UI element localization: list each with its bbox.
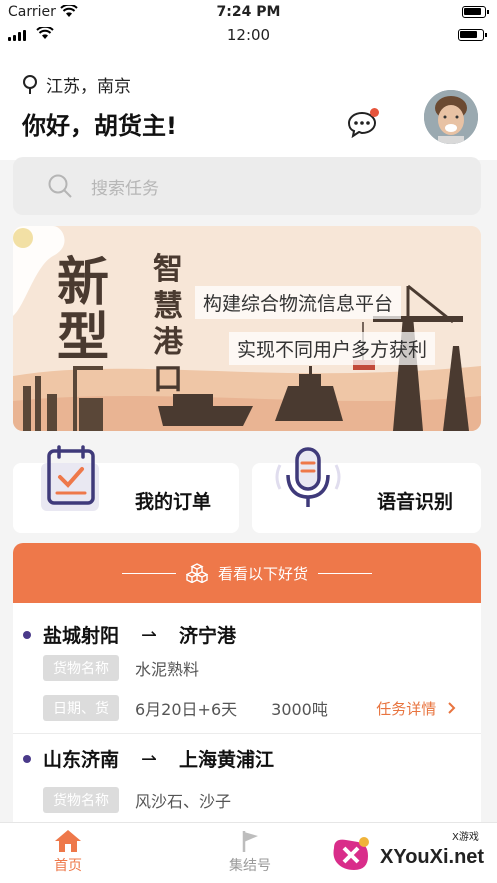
goods-value: 风沙石、沙子 — [135, 792, 232, 811]
route-dot — [23, 630, 31, 639]
route-from: 山东济南 — [43, 749, 120, 771]
goods-tag: 货物名称 — [43, 787, 119, 813]
my-orders-label: 我的订单 — [134, 491, 211, 513]
banner-headline: 新 型 — [57, 252, 110, 368]
battery-icon — [462, 6, 489, 18]
header-rule — [121, 572, 176, 574]
route-to: 济宁港 — [178, 625, 236, 647]
location-pin-icon — [23, 74, 37, 94]
greeting-title: 你好，胡货主! — [22, 112, 177, 140]
list-item[interactable]: 山东济南 ⇀ 上海黄浦江 货物名称 风沙石、沙子 — [13, 735, 481, 833]
route-from: 盐城射阳 — [43, 625, 120, 647]
location[interactable]: 江苏，南京 — [22, 72, 131, 97]
voice-recognition-card[interactable]: 语音识别 — [252, 447, 481, 533]
home-icon — [55, 830, 81, 852]
microphone-icon — [275, 447, 341, 507]
flag-icon — [242, 831, 258, 852]
status-bar: Carrier 7:24 PM 12:00 — [0, 0, 497, 50]
route: 山东济南 ⇀ 上海黄浦江 — [23, 745, 274, 772]
tab-home[interactable]: 首页 — [18, 823, 118, 875]
task-detail-label: 任务详情 — [376, 700, 437, 718]
boxes-icon — [185, 563, 208, 583]
location-label: 江苏，南京 — [46, 77, 131, 97]
status-time: 7:24 PM — [216, 4, 281, 20]
my-orders-card[interactable]: 我的订单 — [13, 445, 239, 533]
search-icon — [48, 174, 72, 198]
date-tag: 日期、货 — [43, 695, 119, 721]
weight-value: 3000吨 — [271, 700, 328, 719]
route-to: 上海黄浦江 — [178, 749, 274, 771]
list-header-title: 看看以下好货 — [217, 564, 308, 583]
goods-field: 货物名称 水泥熟料 — [43, 655, 199, 681]
date-value: 6月20日+6天 — [135, 700, 238, 719]
avatar-image — [424, 90, 478, 144]
goods-tag: 货物名称 — [43, 655, 119, 681]
banner-char-2: 型 — [57, 306, 110, 368]
banner-char-1: 新 — [57, 252, 110, 313]
goods-field: 货物名称 风沙石、沙子 — [43, 787, 231, 813]
route-dot — [23, 754, 31, 763]
banner-line-1: 构建综合物流信息平台 — [195, 286, 402, 319]
date-field: 日期、货 6月20日+6天 3000吨 — [43, 695, 328, 721]
watermark-small-text: X游戏 — [452, 832, 479, 843]
battery-icon — [458, 29, 487, 41]
clipboard-check-icon — [41, 445, 99, 511]
banner-vertical-text: 智慧港口 — [153, 252, 183, 397]
banner-line-2: 实现不同用户多方获利 — [229, 332, 436, 365]
list-item[interactable]: 盐城射阳 ⇀ 济宁港 货物名称 水泥熟料 日期、货 6月20日+6天 3000吨… — [13, 603, 481, 733]
goods-list: 看看以下好货 盐城射阳 ⇀ 济宁港 货物名称 水泥熟料 日期、货 6月20日+6… — [13, 543, 481, 833]
divider — [13, 733, 481, 734]
goods-value: 水泥熟料 — [135, 660, 200, 679]
promo-banner[interactable]: 新 型 智慧港口 构建综合物流信息平台 实现不同用户多方获利 — [13, 226, 481, 431]
search-bar[interactable]: 搜索任务 — [13, 157, 481, 215]
voice-recognition-label: 语音识别 — [376, 491, 453, 513]
chevron-right-icon — [448, 702, 456, 714]
route: 盐城射阳 ⇀ 济宁港 — [23, 621, 236, 648]
route-arrow-icon: ⇀ — [141, 747, 157, 770]
avatar[interactable] — [424, 90, 478, 144]
notification-dot — [370, 108, 379, 117]
tab-assembly-label: 集结号 — [229, 858, 271, 874]
watermark-brand: XYouXi.net — [380, 846, 485, 868]
search-input[interactable]: 搜索任务 — [91, 174, 159, 199]
task-detail-link[interactable]: 任务详情 — [376, 698, 457, 719]
status-time-secondary: 12:00 — [226, 26, 271, 44]
header: 江苏，南京 你好，胡货主! — [0, 50, 497, 160]
tab-assembly[interactable]: 集结号 — [200, 823, 300, 875]
list-header: 看看以下好货 — [13, 543, 481, 603]
route-arrow-icon: ⇀ — [141, 623, 157, 646]
header-rule — [318, 572, 372, 574]
tab-home-label: 首页 — [54, 858, 82, 874]
